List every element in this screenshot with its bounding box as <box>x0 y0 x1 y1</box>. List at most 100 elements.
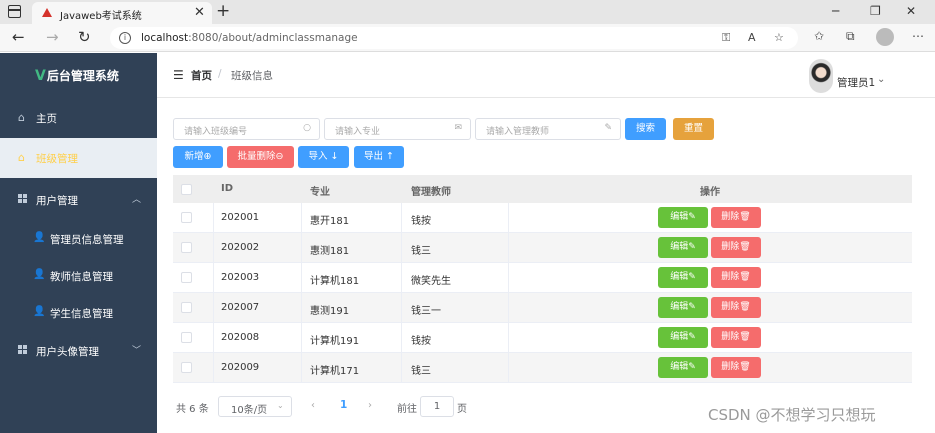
sidebar-item-avatar-manage[interactable]: 用户头像管理 ﹀ <box>0 331 157 371</box>
sidebar-item-class-manage[interactable]: ⌂ 班级管理 <box>0 138 157 178</box>
table-row: 202007 惠测191 钱三一 编辑✎ 删除🗑 <box>173 293 912 323</box>
header-teacher: 管理教师 <box>411 187 451 198</box>
import-button[interactable]: 导入 ↓ <box>298 146 349 168</box>
cell-teacher: 钱按 <box>411 216 431 227</box>
site-info-icon[interactable]: i <box>119 32 131 44</box>
edit-button[interactable]: 编辑✎ <box>658 327 708 348</box>
cell-major: 计算机191 <box>310 336 360 347</box>
more-icon[interactable]: ⋯ <box>912 29 924 43</box>
menu-fold-icon[interactable]: ☰ <box>173 68 184 82</box>
row-checkbox[interactable] <box>181 332 192 343</box>
grid-icon <box>18 344 27 357</box>
edit-button[interactable]: 编辑✎ <box>658 237 708 258</box>
back-icon[interactable]: ← <box>12 28 25 46</box>
minimize-icon[interactable]: ─ <box>832 4 839 18</box>
table-row: 202002 惠测181 钱三 编辑✎ 删除🗑 <box>173 233 912 263</box>
user-icon: 👤 <box>33 306 46 317</box>
delete-button[interactable]: 删除🗑 <box>711 237 761 258</box>
table-row: 202009 计算机171 钱三 编辑✎ 删除🗑 <box>173 353 912 383</box>
cell-teacher: 钱按 <box>411 336 431 347</box>
profile-avatar[interactable] <box>876 28 894 46</box>
cell-id: 202007 <box>221 302 260 313</box>
header-ops: 操作 <box>700 187 720 198</box>
forward-icon[interactable]: → <box>46 28 59 46</box>
table-row: 202003 计算机181 微笑先生 编辑✎ 删除🗑 <box>173 263 912 293</box>
delete-button[interactable]: 删除🗑 <box>711 297 761 318</box>
search-button[interactable]: 搜索 <box>625 118 666 140</box>
delete-button[interactable]: 删除🗑 <box>711 267 761 288</box>
row-checkbox[interactable] <box>181 272 192 283</box>
goto-page-input[interactable]: 1 <box>420 396 454 417</box>
page-number-current[interactable]: 1 <box>340 399 347 411</box>
reset-button[interactable]: 重置 <box>673 118 714 140</box>
page-size-select[interactable]: 10条/页 ⌄ <box>218 396 292 417</box>
table-row: 202001 惠开181 钱按 编辑✎ 删除🗑 <box>173 203 912 233</box>
add-button[interactable]: 新增⊕ <box>173 146 223 168</box>
breadcrumb-current: 班级信息 <box>231 70 273 82</box>
sidebar-item-student-info[interactable]: 👤 学生信息管理 <box>0 295 157 331</box>
cell-id: 202009 <box>221 362 260 373</box>
mail-icon: ✉ <box>454 123 462 133</box>
browser-tab-bar: Javaweb考试系统 ✕ + ─ ❐ ✕ <box>0 0 935 24</box>
class-id-input[interactable]: 请输入班级编号 ○ <box>173 118 320 140</box>
sidebar-item-user-manage[interactable]: 用户管理 ︿ <box>0 180 157 220</box>
watermark: CSDN @不想学习只想玩 <box>708 406 876 424</box>
browser-tab[interactable]: Javaweb考试系统 ✕ <box>32 2 212 24</box>
close-tab-icon[interactable]: ✕ <box>194 5 205 20</box>
delete-button[interactable]: 删除🗑 <box>711 357 761 378</box>
favorites-icon[interactable]: ✩ <box>814 29 824 43</box>
export-button[interactable]: 导出 ↑ <box>354 146 404 168</box>
table-row: 202008 计算机191 钱按 编辑✎ 删除🗑 <box>173 323 912 353</box>
row-checkbox[interactable] <box>181 302 192 313</box>
collections-icon[interactable]: ⧉ <box>846 29 855 44</box>
username[interactable]: 管理员1 <box>837 75 875 90</box>
next-page-icon[interactable]: › <box>368 400 372 411</box>
key-icon[interactable]: ⚿ <box>722 31 730 45</box>
header-major: 专业 <box>310 187 330 198</box>
user-icon: 👤 <box>33 269 46 280</box>
delete-button[interactable]: 删除🗑 <box>711 207 761 228</box>
url-field[interactable]: i localhost:8080/about/adminclassmanage … <box>110 27 798 49</box>
select-all-checkbox[interactable] <box>181 184 192 195</box>
sidebar-item-home[interactable]: ⌂ 主页 <box>0 98 157 138</box>
cell-teacher: 钱三 <box>411 246 431 257</box>
cell-teacher: 微笑先生 <box>411 276 451 287</box>
cell-teacher: 钱三一 <box>411 306 441 317</box>
edit-button[interactable]: 编辑✎ <box>658 267 708 288</box>
edit-button[interactable]: 编辑✎ <box>658 357 708 378</box>
major-input[interactable]: 请输入专业 ✉ <box>324 118 471 140</box>
batch-delete-button[interactable]: 批量删除⊖ <box>227 146 294 168</box>
url-text: localhost:8080/about/adminclassmanage <box>141 32 358 44</box>
breadcrumb-separator: / <box>218 68 222 80</box>
delete-button[interactable]: 删除🗑 <box>711 327 761 348</box>
table-header: ID 专业 管理教师 操作 <box>173 175 912 203</box>
chevron-down-icon[interactable]: ⌄ <box>877 74 885 85</box>
sidebar-item-admin-info[interactable]: 👤 管理员信息管理 <box>0 221 157 257</box>
edit-icon: ✎ <box>604 123 612 133</box>
edit-button[interactable]: 编辑✎ <box>658 297 708 318</box>
new-tab-icon[interactable]: + <box>216 1 230 21</box>
favorite-star-icon[interactable]: ☆ <box>774 31 784 44</box>
user-icon: 👤 <box>33 232 46 243</box>
breadcrumb-home[interactable]: 首页 <box>191 68 212 83</box>
row-checkbox[interactable] <box>181 362 192 373</box>
reload-icon[interactable]: ↻ <box>78 28 91 46</box>
window-menu-icon[interactable] <box>8 5 21 18</box>
row-checkbox[interactable] <box>181 242 192 253</box>
prev-page-icon[interactable]: ‹ <box>311 400 315 411</box>
goto-suffix: 页 <box>457 404 467 415</box>
search-icon: ○ <box>303 123 311 133</box>
edit-button[interactable]: 编辑✎ <box>658 207 708 228</box>
cell-id: 202003 <box>221 272 260 283</box>
cell-major: 惠开181 <box>310 216 350 227</box>
row-checkbox[interactable] <box>181 212 192 223</box>
close-window-icon[interactable]: ✕ <box>906 4 916 18</box>
read-aloud-icon[interactable]: A <box>748 31 756 44</box>
teacher-input[interactable]: 请输入管理教师 ✎ <box>475 118 621 140</box>
sidebar-item-teacher-info[interactable]: 👤 教师信息管理 <box>0 258 157 294</box>
home-icon: ⌂ <box>18 111 25 124</box>
restore-icon[interactable]: ❐ <box>870 4 881 18</box>
cell-major: 惠测181 <box>310 246 350 257</box>
avatar[interactable] <box>809 59 833 93</box>
cell-major: 惠测191 <box>310 306 350 317</box>
